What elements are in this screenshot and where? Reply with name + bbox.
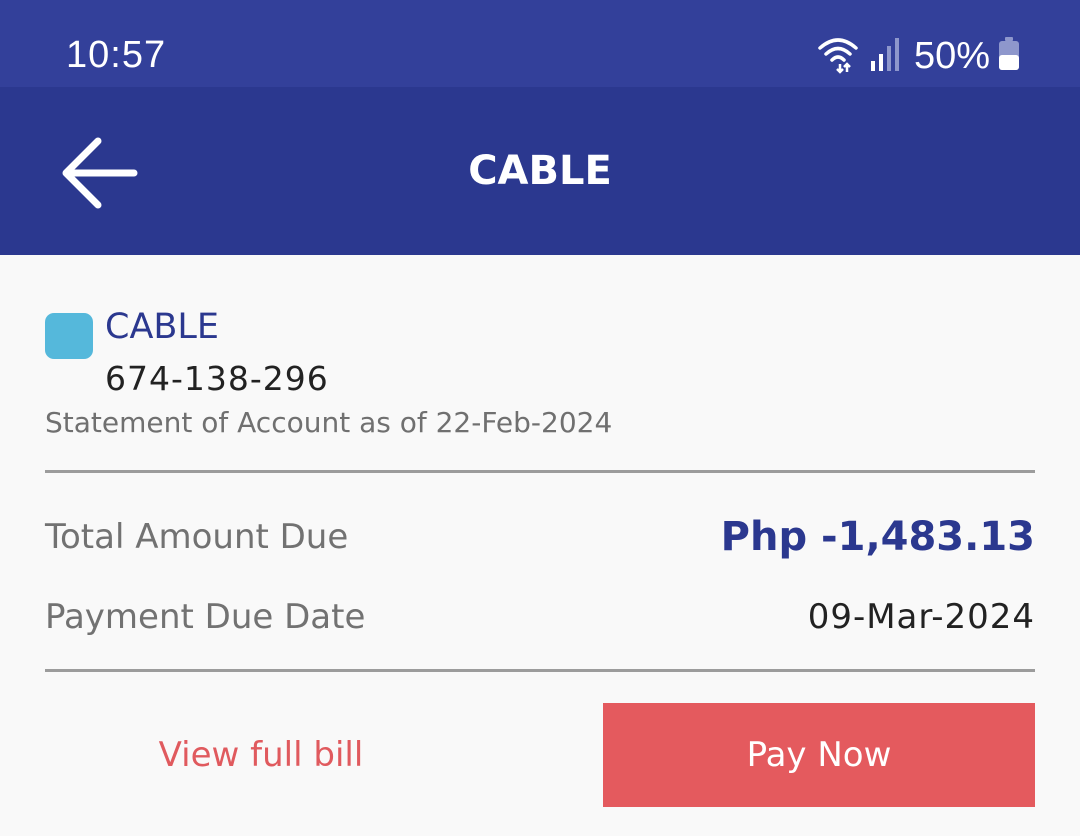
- status-bar: 10:57 50%: [0, 0, 1080, 87]
- provider-name: CABLE: [105, 307, 220, 347]
- due-date-label: Payment Due Date: [45, 597, 366, 637]
- battery-icon: [998, 37, 1020, 75]
- signal-icon: [870, 37, 900, 75]
- arrow-left-icon: [58, 137, 138, 217]
- status-time: 10:57: [66, 34, 167, 76]
- total-amount-value: Php -1,483.13: [720, 514, 1035, 560]
- page-title: CABLE: [468, 148, 612, 194]
- due-date-value: 09-Mar-2024: [807, 597, 1035, 637]
- divider-top: [45, 470, 1035, 473]
- bill-card: CABLE 674-138-296 Statement of Account a…: [45, 255, 1035, 836]
- battery-percent: 50%: [913, 34, 990, 77]
- statement-date: Statement of Account as of 22-Feb-2024: [45, 406, 613, 439]
- divider-bottom: [45, 669, 1035, 672]
- pay-now-button[interactable]: Pay Now: [603, 703, 1035, 807]
- provider-logo: [45, 313, 93, 359]
- account-number: 674-138-296: [105, 359, 329, 398]
- status-icons: 50%: [816, 33, 1020, 79]
- total-amount-label: Total Amount Due: [45, 517, 349, 557]
- view-full-bill-link[interactable]: View full bill: [45, 703, 477, 807]
- wifi-icon: [816, 34, 860, 78]
- app-bar: CABLE: [0, 87, 1080, 255]
